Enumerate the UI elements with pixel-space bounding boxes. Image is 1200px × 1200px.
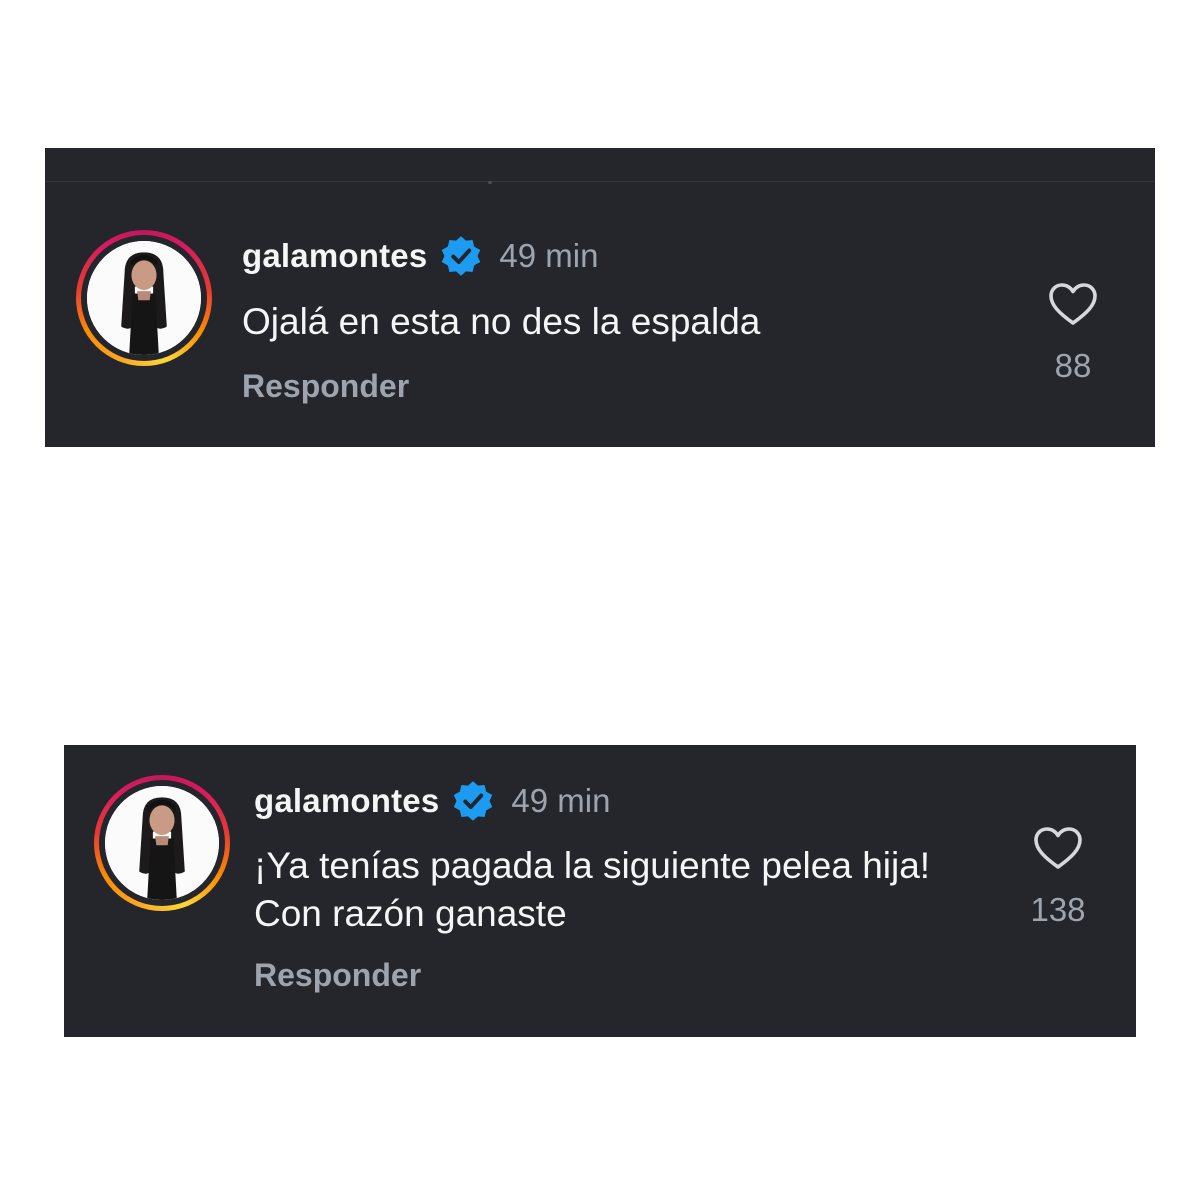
- comment-text: Ojalá en esta no des la espalda: [242, 301, 761, 342]
- comment-header: galamontes 49 min: [242, 234, 598, 278]
- comment-timestamp: 49 min: [511, 782, 611, 819]
- reply-button[interactable]: Responder: [254, 957, 421, 994]
- avatar-ring-gap: [81, 235, 207, 361]
- like-count: 138: [1030, 891, 1086, 928]
- avatar-portrait-icon: [105, 786, 219, 900]
- avatar-story-ring[interactable]: [76, 230, 212, 366]
- comment-timestamp: 49 min: [499, 237, 599, 274]
- screenshot-canvas: galamontes 49 min Ojalá en esta no des l…: [0, 0, 1200, 1200]
- verified-badge-icon: [439, 234, 483, 278]
- avatar: [87, 241, 201, 355]
- avatar: [105, 786, 219, 900]
- reply-button[interactable]: Responder: [242, 368, 409, 405]
- heart-outline-icon[interactable]: [1047, 281, 1099, 327]
- comment-card: galamontes 49 min ¡Ya tenías pagada la s…: [64, 745, 1136, 1037]
- heart-outline-icon[interactable]: [1032, 825, 1084, 871]
- comment-text: ¡Ya tenías pagada la siguiente pelea hij…: [254, 845, 931, 934]
- like-control: 88: [1023, 281, 1123, 385]
- username-link[interactable]: galamontes: [254, 782, 439, 820]
- comment-card: galamontes 49 min Ojalá en esta no des l…: [45, 148, 1155, 447]
- verified-badge-icon: [451, 779, 495, 823]
- avatar-ring-gap: [99, 780, 225, 906]
- like-control: 138: [1008, 825, 1108, 929]
- scroll-indicator: [488, 181, 492, 184]
- divider: [45, 181, 1155, 182]
- comment-header: galamontes 49 min: [254, 779, 610, 823]
- like-count: 88: [1054, 347, 1092, 384]
- username-link[interactable]: galamontes: [242, 237, 427, 275]
- avatar-portrait-icon: [87, 241, 201, 355]
- avatar-story-ring[interactable]: [94, 775, 230, 911]
